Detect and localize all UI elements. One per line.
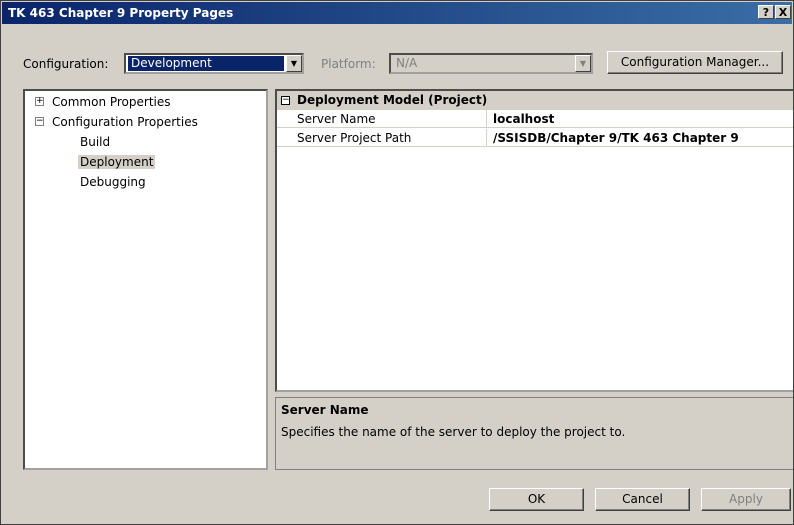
tree-item-deployment[interactable]: Deployment [78,153,156,171]
property-grid[interactable]: − Deployment Model (Project) Server Name… [275,89,793,392]
close-button[interactable]: X [775,5,791,19]
property-value[interactable]: localhost [487,110,793,128]
property-pages-dialog: TK 463 Chapter 9 Property Pages ? X Conf… [0,0,794,525]
configuration-value: Development [128,56,284,71]
description-title: Server Name [281,403,369,417]
tree-item-label: Build [80,135,111,149]
property-name: Server Name [277,110,487,128]
grid-row-server-name[interactable]: Server Name localhost [277,110,793,129]
description-text: Specifies the name of the server to depl… [281,425,626,439]
grid-category-label: Deployment Model (Project) [297,93,488,107]
tree-item-debugging[interactable]: Debugging [80,173,146,191]
platform-value: N/A [396,56,418,70]
help-button[interactable]: ? [758,5,774,19]
tree-item-label: Configuration Properties [52,115,198,129]
window-title: TK 463 Chapter 9 Property Pages [8,6,234,20]
chevron-down-icon[interactable]: ▼ [575,55,591,72]
title-bar[interactable]: TK 463 Chapter 9 Property Pages ? X [2,2,792,24]
platform-dropdown[interactable]: N/A ▼ [389,53,593,74]
tree-item-label: Deployment [78,155,156,169]
property-value[interactable]: /SSISDB/Chapter 9/TK 463 Chapter 9 [487,129,793,147]
ok-button[interactable]: OK [489,488,584,511]
configuration-manager-button[interactable]: Configuration Manager... [607,51,783,74]
tree-item-label: Debugging [80,175,146,189]
cancel-button[interactable]: Cancel [595,488,690,511]
grid-category-row[interactable]: − Deployment Model (Project) [277,91,793,110]
grid-row-server-project-path[interactable]: Server Project Path /SSISDB/Chapter 9/TK… [277,129,793,148]
tree-item-label: Common Properties [52,95,171,109]
category-tree[interactable]: + Common Properties − Configuration Prop… [23,89,268,470]
description-panel: Server Name Specifies the name of the se… [275,397,793,470]
expand-icon[interactable]: + [35,97,44,106]
property-name: Server Project Path [277,129,487,147]
collapse-icon[interactable]: − [281,96,290,105]
platform-label: Platform: [321,57,376,71]
collapse-icon[interactable]: − [35,117,44,126]
apply-button[interactable]: Apply [701,488,791,511]
tree-item-build[interactable]: Build [80,133,110,151]
configuration-dropdown[interactable]: Development ▼ [124,53,304,74]
chevron-down-icon[interactable]: ▼ [286,55,302,72]
configuration-label: Configuration: [23,57,109,71]
